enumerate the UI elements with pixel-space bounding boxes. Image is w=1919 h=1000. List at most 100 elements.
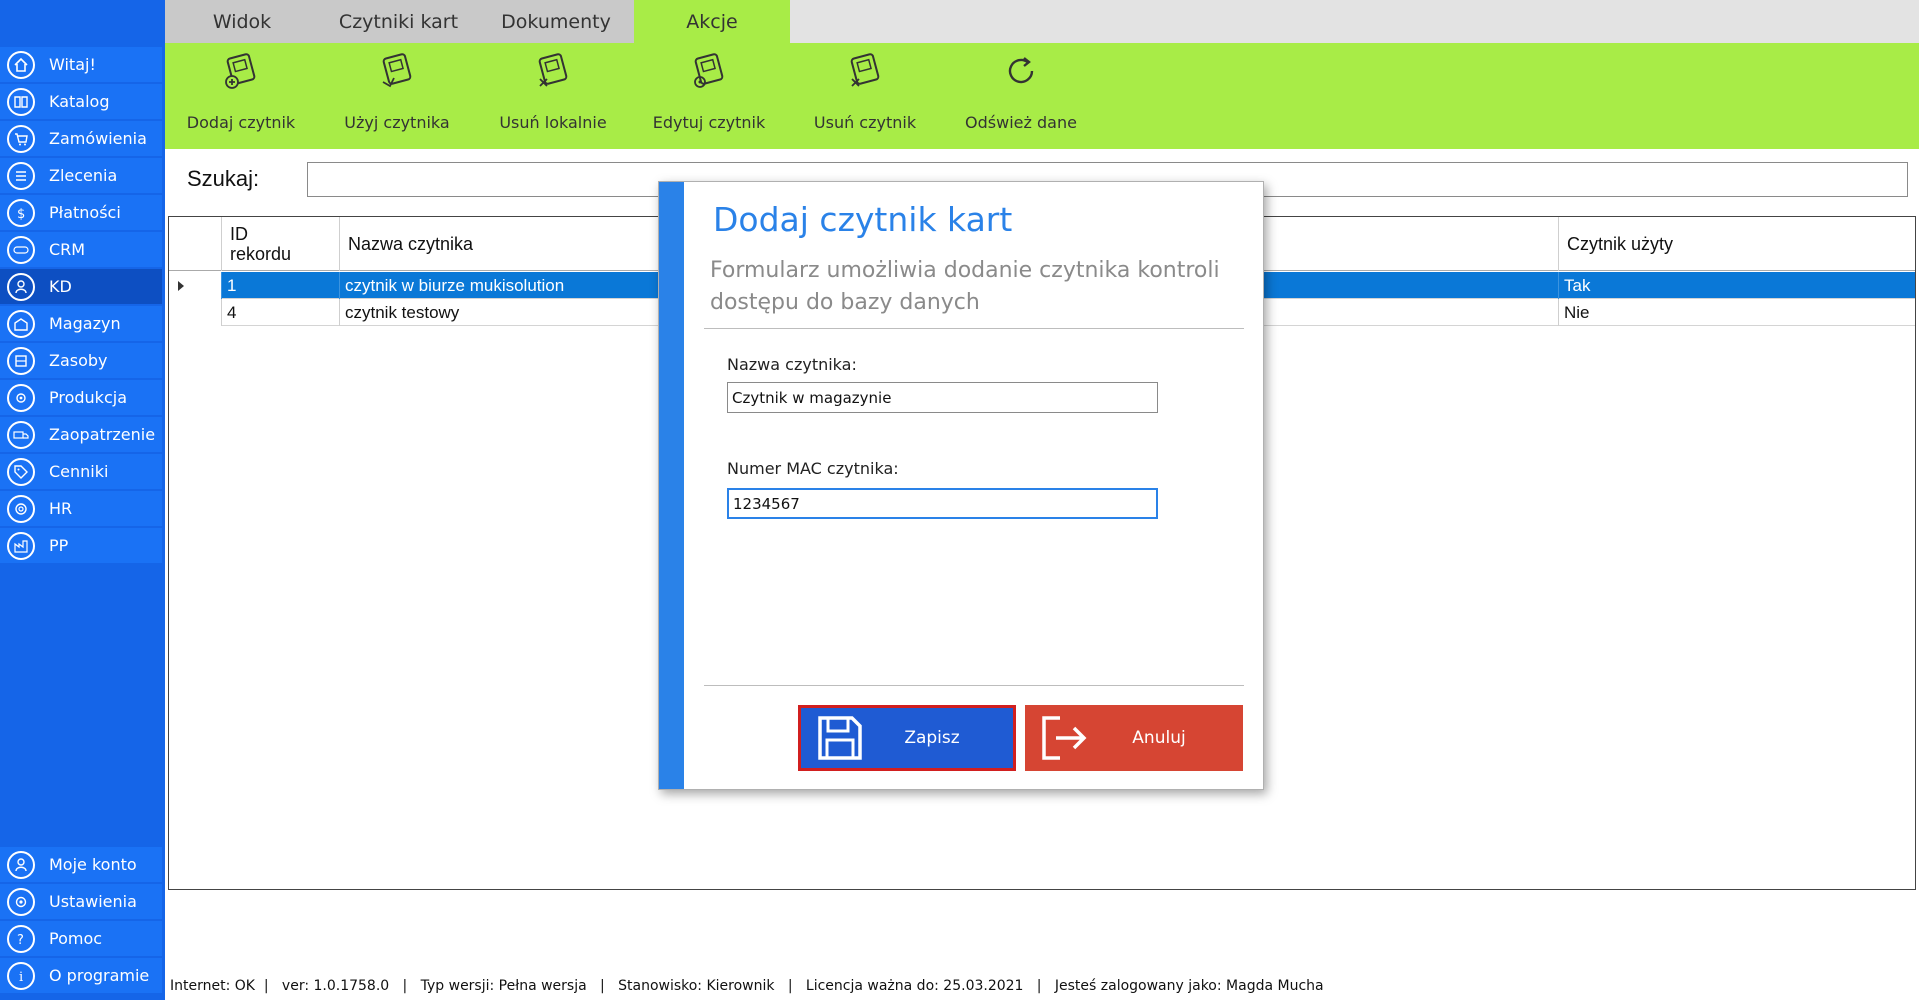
save-button[interactable]: Zapisz [798, 705, 1016, 771]
sidebar-item-platnosci[interactable]: $ Płatności [0, 195, 162, 230]
reader-mac-input[interactable] [727, 488, 1158, 519]
hr-icon [7, 494, 35, 523]
sidebar-item-label: Ustawienia [49, 892, 137, 911]
sidebar-item-pp[interactable]: PP [0, 528, 162, 563]
row-selector [169, 299, 221, 326]
ribbon-label: Usuń czytnik [813, 113, 917, 132]
home-icon [7, 50, 35, 79]
add-card-reader-icon [221, 51, 261, 91]
status-bar: Internet: OK | ver: 1.0.1758.0 | Typ wer… [170, 978, 1324, 994]
ribbon-label: Odśwież dane [965, 113, 1077, 132]
sidebar-item-label: Zamówienia [49, 129, 147, 148]
dialog-accent-stripe [659, 182, 684, 789]
sidebar-item-label: CRM [49, 240, 86, 259]
tag-icon [7, 457, 35, 486]
search-label: Szukaj: [187, 166, 260, 191]
tab-widok[interactable]: Widok [165, 0, 319, 43]
sidebar: Witaj! Katalog Zamówienia Zlecenia $ Pła… [0, 0, 165, 1000]
sidebar-item-zlecenia[interactable]: Zlecenia [0, 158, 162, 193]
dollar-icon: $ [7, 198, 35, 227]
tab-czytniki-kart[interactable]: Czytniki kart [319, 0, 478, 43]
sidebar-item-zaopatrzenie[interactable]: Zaopatrzenie [0, 417, 162, 452]
sidebar-item-zamowienia[interactable]: Zamówienia [0, 121, 162, 156]
sidebar-item-label: Produkcja [49, 388, 127, 407]
sidebar-item-produkcja[interactable]: Produkcja [0, 380, 162, 415]
sidebar-item-witaj[interactable]: Witaj! [0, 47, 162, 82]
cancel-button[interactable]: Anuluj [1025, 705, 1243, 771]
ribbon-label: Użyj czytnika [344, 113, 450, 132]
book-icon [7, 87, 35, 116]
warehouse-icon [7, 309, 35, 338]
sidebar-item-crm[interactable]: CRM [0, 232, 162, 267]
tab-akcje[interactable]: Akcje [634, 0, 790, 43]
save-button-label: Zapisz [904, 728, 960, 748]
column-header-used[interactable]: Czytnik użyty [1558, 217, 1917, 271]
sidebar-item-label: Zlecenia [49, 166, 118, 185]
use-card-reader-icon [377, 51, 417, 91]
sidebar-item-pomoc[interactable]: ? Pomoc [0, 921, 162, 956]
dialog-subtitle: Formularz umożliwia dodanie czytnika kon… [710, 258, 1220, 315]
exit-arrow-icon [1033, 707, 1095, 769]
sidebar-item-moje-konto[interactable]: Moje konto [0, 847, 162, 882]
sidebar-item-o-programie[interactable]: i O programie [0, 958, 162, 993]
reader-name-input[interactable] [727, 382, 1158, 413]
ribbon-label: Edytuj czytnik [652, 113, 766, 132]
add-reader-button[interactable]: Dodaj czytnik [166, 43, 316, 149]
sidebar-item-label: Moje konto [49, 855, 137, 874]
tab-dokumenty[interactable]: Dokumenty [478, 0, 634, 43]
use-reader-button[interactable]: Użyj czytnika [322, 43, 472, 149]
sidebar-item-label: Witaj! [49, 55, 96, 74]
sidebar-item-ustawienia[interactable]: Ustawienia [0, 884, 162, 919]
resources-icon [7, 346, 35, 375]
sidebar-item-label: Pomoc [49, 929, 103, 948]
sidebar-item-magazyn[interactable]: Magazyn [0, 306, 162, 341]
pp-icon [7, 531, 35, 560]
help-icon: ? [7, 924, 35, 953]
cell-id: 1 [221, 272, 339, 299]
dialog-divider [704, 685, 1244, 686]
sidebar-item-zasoby[interactable]: Zasoby [0, 343, 162, 378]
cell-used: Tak [1558, 272, 1917, 299]
cell-id: 4 [221, 299, 339, 326]
ribbon-toolbar: Dodaj czytnik Użyj czytnika Usuń lokalni… [165, 43, 1919, 149]
ribbon-label: Dodaj czytnik [186, 113, 296, 132]
truck-icon [7, 420, 35, 449]
reader-name-label: Nazwa czytnika: [727, 355, 857, 374]
sidebar-item-label: Płatności [49, 203, 121, 222]
account-icon [7, 850, 35, 879]
reader-mac-label: Numer MAC czytnika: [727, 459, 899, 478]
svg-text:i: i [19, 970, 23, 984]
production-icon [7, 383, 35, 412]
delete-reader-button[interactable]: Usuń czytnik [790, 43, 940, 149]
sidebar-item-label: Katalog [49, 92, 110, 111]
edit-reader-button[interactable]: Edytuj czytnik [634, 43, 784, 149]
column-header-id[interactable]: ID rekordu [221, 217, 339, 271]
dialog-title: Dodaj czytnik kart [713, 200, 1013, 239]
settings-icon [7, 887, 35, 916]
ribbon-label: Usuń lokalnie [499, 113, 607, 132]
sidebar-item-label: Cenniki [49, 462, 109, 481]
sidebar-item-cenniki[interactable]: Cenniki [0, 454, 162, 489]
refresh-data-button[interactable]: Odśwież dane [946, 43, 1096, 149]
sidebar-item-hr[interactable]: HR [0, 491, 162, 526]
sidebar-item-katalog[interactable]: Katalog [0, 84, 162, 119]
cell-used: Nie [1558, 299, 1917, 326]
list-icon [7, 161, 35, 190]
row-selector-arrow-icon [169, 272, 221, 299]
add-card-reader-dialog: Dodaj czytnik kart Formularz umożliwia d… [658, 181, 1264, 790]
sidebar-item-label: O programie [49, 966, 150, 985]
sidebar-item-kd[interactable]: KD [0, 269, 162, 304]
dialog-divider [704, 328, 1244, 329]
sidebar-item-label: Magazyn [49, 314, 121, 333]
edit-card-reader-icon [689, 51, 729, 91]
svg-text:?: ? [17, 933, 24, 947]
sidebar-item-label: Zasoby [49, 351, 108, 370]
cancel-button-label: Anuluj [1132, 728, 1186, 748]
sidebar-item-label: HR [49, 499, 73, 518]
delete-locally-button[interactable]: Usuń lokalnie [478, 43, 628, 149]
sidebar-item-label: PP [49, 536, 69, 555]
sidebar-item-label: KD [49, 277, 72, 296]
tab-bar: Widok Czytniki kart Dokumenty Akcje [165, 0, 1919, 43]
crm-icon [7, 235, 35, 264]
person-icon [7, 272, 35, 301]
